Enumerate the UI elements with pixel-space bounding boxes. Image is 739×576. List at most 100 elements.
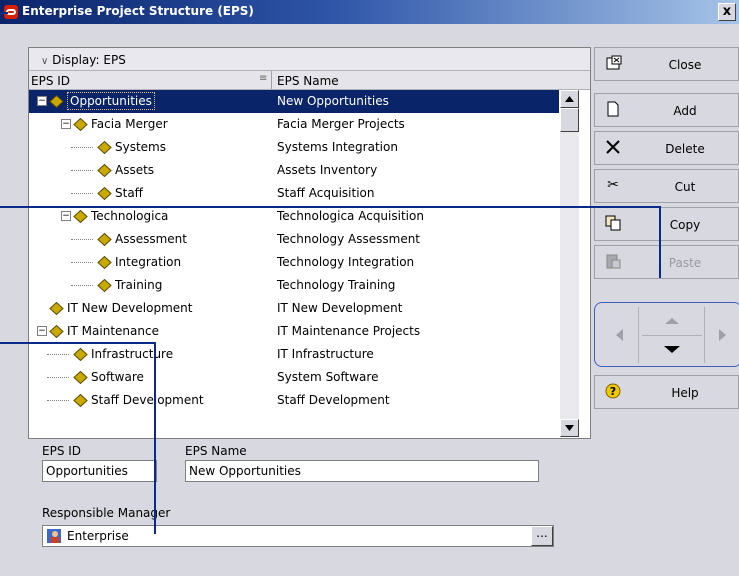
grid-header: EPS ID ≡ EPS Name <box>29 70 590 90</box>
tree-row[interactable]: Software System Software <box>29 366 559 389</box>
tree-row[interactable]: Infrastructure IT Infrastructure <box>29 343 559 366</box>
move-right-button[interactable] <box>704 307 738 363</box>
tree-connector <box>71 170 93 171</box>
scroll-down-button[interactable] <box>560 419 579 437</box>
paste-label: Paste <box>668 256 702 270</box>
display-label[interactable]: ∨ Display: EPS <box>41 53 126 67</box>
arrow-up-icon <box>565 96 574 102</box>
callout-line <box>659 206 661 278</box>
eps-node-icon <box>97 233 112 246</box>
tree-row[interactable]: Assets Assets Inventory <box>29 159 559 182</box>
paste-button[interactable]: Paste <box>594 245 739 279</box>
close-button[interactable]: Close <box>594 47 739 81</box>
tree-row[interactable]: Assessment Technology Assessment <box>29 228 559 251</box>
eps-node-icon <box>73 371 88 384</box>
eps-name-cell: Staff Development <box>277 393 390 407</box>
eps-node-icon <box>97 256 112 269</box>
tree-row[interactable]: − Technologica Technologica Acquisition <box>29 205 559 228</box>
eps-name-cell: System Software <box>277 370 379 384</box>
tree-connector <box>71 147 93 148</box>
move-left-button[interactable] <box>599 307 639 363</box>
tree-connector <box>47 377 69 378</box>
responsible-manager-field[interactable]: Enterprise ... <box>42 525 554 547</box>
grid-body: − Opportunities New Opportunities − Facia Me… <box>29 90 559 438</box>
svg-text:?: ? <box>610 385 616 398</box>
cut-button[interactable]: ✂ Cut <box>594 169 739 203</box>
callout-line <box>0 206 660 208</box>
tree-row[interactable]: Staff Development Staff Development <box>29 389 559 412</box>
eps-node-icon <box>97 279 112 292</box>
scroll-up-button[interactable] <box>560 90 579 108</box>
tree-row[interactable]: − Opportunities New Opportunities <box>29 90 559 113</box>
eps-name-cell: IT New Development <box>277 301 403 315</box>
arrow-right-icon <box>719 329 726 341</box>
tree-row[interactable]: Staff Staff Acquisition <box>29 182 559 205</box>
eps-id-label: EPS ID <box>42 444 82 458</box>
tree-connector <box>71 285 93 286</box>
eps-name-cell: Assets Inventory <box>277 163 378 177</box>
collapse-toggle[interactable]: − <box>37 326 47 336</box>
tree-row[interactable]: Systems Systems Integration <box>29 136 559 159</box>
eps-id-cell: Systems <box>115 140 166 154</box>
eps-name-cell: IT Infrastructure <box>277 347 374 361</box>
eps-id-field[interactable]: Opportunities <box>42 460 157 482</box>
eps-node-icon <box>97 141 112 154</box>
display-bar[interactable]: ∨ Display: EPS <box>29 48 590 70</box>
tree-row[interactable]: Integration Technology Integration <box>29 251 559 274</box>
tree-row[interactable]: − Facia Merger Facia Merger Projects <box>29 113 559 136</box>
vertical-scrollbar[interactable] <box>560 90 579 437</box>
scissors-icon: ✂ <box>607 177 619 193</box>
eps-id-cell: Training <box>115 278 163 292</box>
window-close-button[interactable]: x <box>718 3 736 21</box>
eps-tree-pane: ∨ Display: EPS EPS ID ≡ EPS Name − Opport… <box>28 47 591 439</box>
eps-name-cell: Staff Acquisition <box>277 186 375 200</box>
eps-name-cell: IT Maintenance Projects <box>277 324 421 338</box>
sort-icon: ≡ <box>259 73 268 84</box>
window-title: Enterprise Project Structure (EPS) <box>22 4 254 18</box>
responsible-manager-label: Responsible Manager <box>42 506 171 520</box>
arrow-up-icon <box>665 318 679 324</box>
tree-connector <box>71 262 93 263</box>
scroll-thumb[interactable] <box>560 108 579 132</box>
move-up-button[interactable] <box>642 307 702 335</box>
eps-id-cell: Software <box>91 370 144 384</box>
copy-button[interactable]: Copy <box>594 207 739 241</box>
col-header-eps-id[interactable]: EPS ID <box>31 74 70 88</box>
eps-name-cell: Technology Training <box>277 278 396 292</box>
collapse-toggle[interactable]: − <box>61 211 71 221</box>
tree-row[interactable]: Training Technology Training <box>29 274 559 297</box>
callout-line <box>154 342 156 534</box>
callout-line <box>0 342 156 344</box>
eps-name-cell: Facia Merger Projects <box>277 117 405 131</box>
column-divider[interactable] <box>271 71 272 89</box>
eps-id-cell: Staff <box>115 186 143 200</box>
chevron-down-icon: ∨ <box>41 56 49 67</box>
eps-id-cell: Assessment <box>115 232 187 246</box>
close-label: Close <box>668 58 702 72</box>
eps-id-cell: Staff Development <box>91 393 204 407</box>
tree-row[interactable]: − IT Maintenance IT Maintenance Projects <box>29 320 559 343</box>
callout-line <box>0 12 8 14</box>
eps-name-cell: Systems Integration <box>277 140 398 154</box>
delete-button[interactable]: Delete <box>594 131 739 165</box>
eps-dialog: Enterprise Project Structure (EPS) x ∨ D… <box>0 0 739 576</box>
tree-connector <box>71 193 93 194</box>
move-down-button[interactable] <box>642 335 702 363</box>
select-manager-button[interactable]: ... <box>531 526 553 546</box>
details-panel: EPS ID Opportunities EPS Name New Opport… <box>28 440 591 570</box>
eps-node-icon <box>97 187 112 200</box>
add-button[interactable]: Add <box>594 93 739 127</box>
eps-name-field[interactable]: New Opportunities <box>185 460 539 482</box>
tree-connector <box>71 239 93 240</box>
collapse-toggle[interactable]: − <box>37 96 47 106</box>
tree-row[interactable]: IT New Development IT New Development <box>29 297 559 320</box>
eps-id-cell: Integration <box>115 255 182 269</box>
cut-label: Cut <box>674 180 696 194</box>
help-button[interactable]: ? Help <box>594 375 739 409</box>
tree-connector <box>47 400 69 401</box>
copy-label: Copy <box>669 218 701 232</box>
collapse-toggle[interactable]: − <box>61 119 71 129</box>
close-window-icon <box>605 55 623 71</box>
eps-id-cell: Assets <box>115 163 155 177</box>
col-header-eps-name[interactable]: EPS Name <box>277 74 339 88</box>
